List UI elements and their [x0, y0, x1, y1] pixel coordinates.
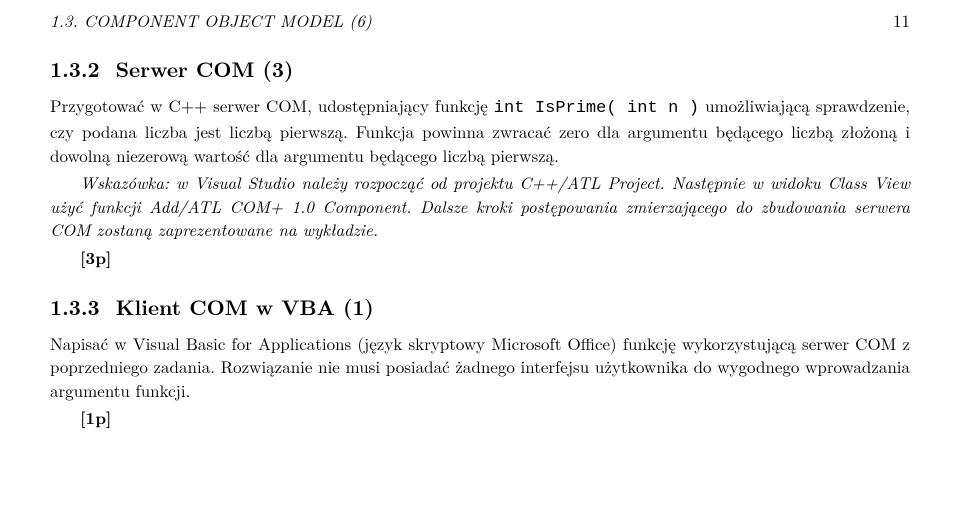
- hint-text: Wskazówka: w Visual Studio należy rozpoc…: [50, 170, 910, 241]
- section-1-3-2-paragraph-1: Przygotować w C++ serwer COM, udostępnia…: [50, 94, 910, 167]
- section-1-3-2-heading: 1.3.2 Serwer COM (3): [50, 54, 910, 84]
- section-1-3-3-paragraph-1: Napisać w Visual Basic for Applications …: [50, 332, 910, 402]
- inline-code: int IsPrime( int n ): [494, 99, 699, 118]
- section-1-3-3-points: [1p]: [80, 406, 910, 430]
- section-1-3-3-heading: 1.3.3 Klient COM w VBA (1): [50, 292, 910, 322]
- text-run: Przygotować w C++ serwer COM, udostępnia…: [50, 93, 494, 117]
- section-title: Serwer COM (3): [116, 54, 294, 84]
- section-number: 1.3.3: [50, 292, 100, 322]
- section-number: 1.3.2: [50, 54, 100, 84]
- section-title: Klient COM w VBA (1): [116, 292, 374, 322]
- running-header: 1.3. COMPONENT OBJECT MODEL (6) 11: [50, 8, 910, 32]
- page-content: 1.3. COMPONENT OBJECT MODEL (6) 11 1.3.2…: [0, 0, 960, 450]
- section-1-3-2-points: [3p]: [80, 246, 910, 270]
- page-number: 11: [893, 8, 910, 32]
- header-section-title: 1.3. COMPONENT OBJECT MODEL (6): [50, 8, 372, 32]
- section-1-3-2-hint: Wskazówka: w Visual Studio należy rozpoc…: [50, 171, 910, 241]
